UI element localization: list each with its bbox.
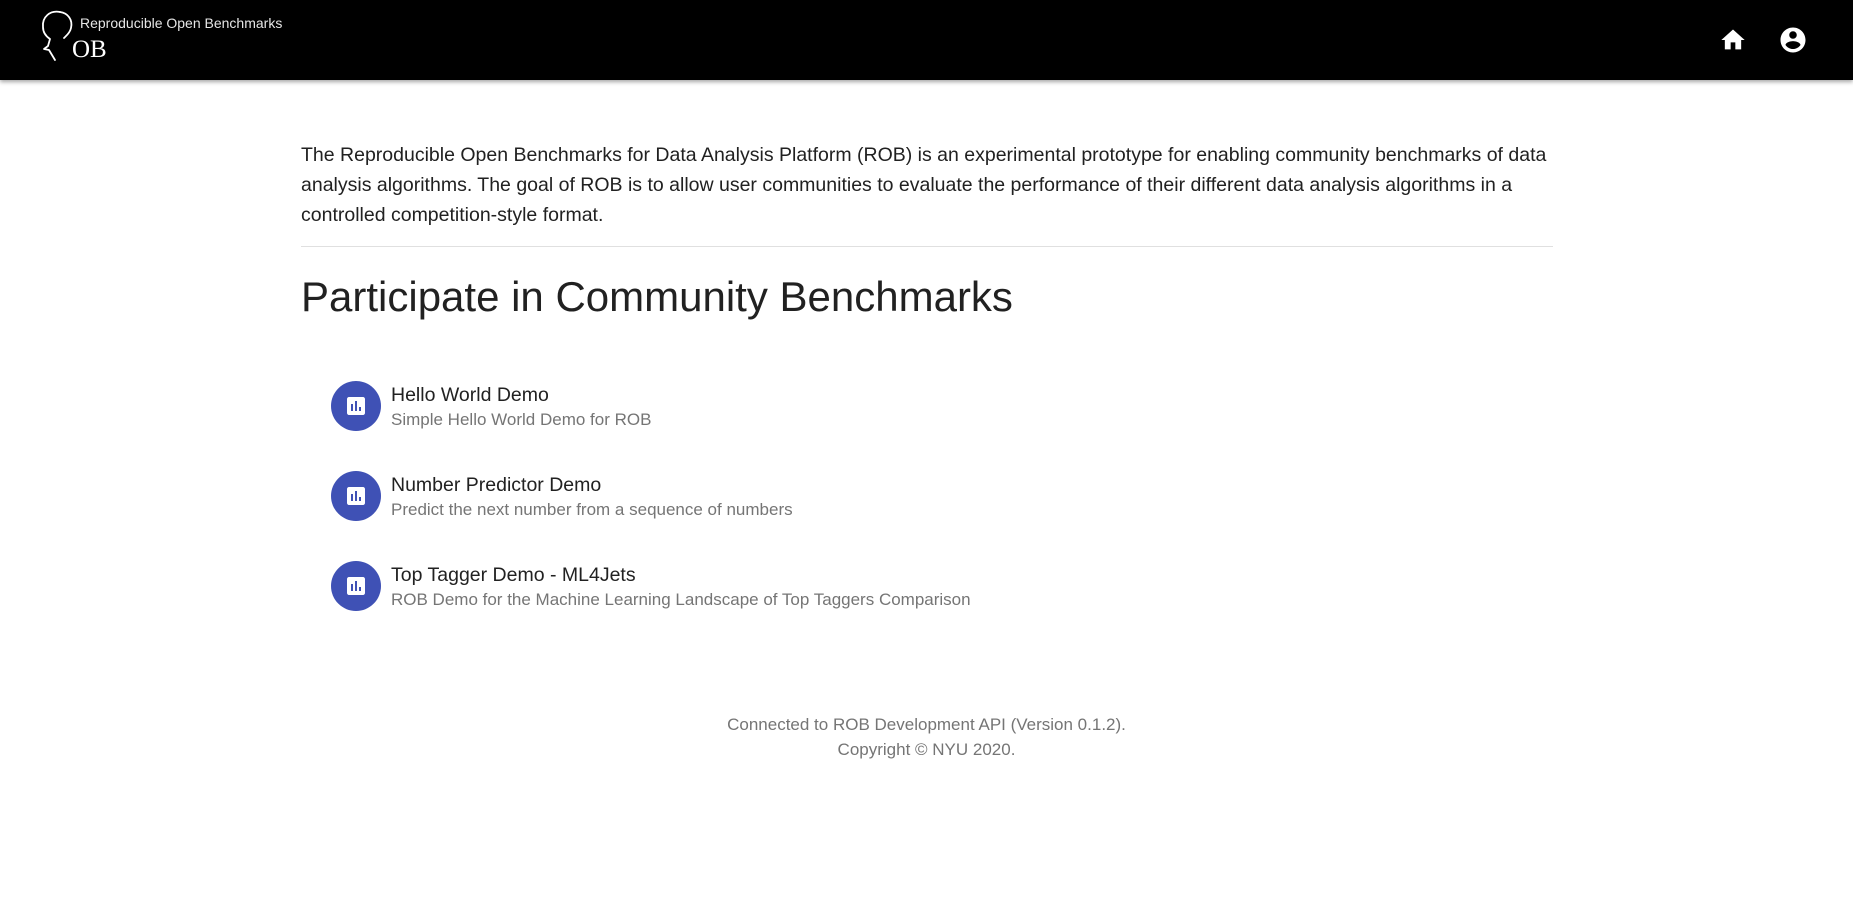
home-button[interactable]: [1713, 20, 1753, 60]
benchmark-list: Hello World Demo Simple Hello World Demo…: [301, 361, 1553, 631]
benchmark-name: Top Tagger Demo - ML4Jets: [391, 564, 636, 586]
benchmark-avatar: [331, 561, 381, 611]
account-button[interactable]: [1773, 20, 1813, 60]
benchmark-avatar: [331, 381, 381, 431]
bar-chart-icon: [347, 487, 365, 505]
app-bar: Reproducible Open Benchmarks OB: [0, 0, 1853, 80]
bar-chart-icon: [347, 397, 365, 415]
benchmark-description: ROB Demo for the Machine Learning Landsc…: [391, 590, 971, 609]
main-content: The Reproducible Open Benchmarks for Dat…: [301, 140, 1553, 631]
benchmark-item-hello-world[interactable]: Hello World Demo Simple Hello World Demo…: [301, 361, 1553, 451]
benchmark-name: Number Predictor Demo: [391, 474, 602, 496]
footer: Connected to ROB Development API (Versio…: [0, 712, 1853, 762]
benchmark-avatar: [331, 471, 381, 521]
divider: [301, 246, 1553, 247]
intro-text: The Reproducible Open Benchmarks for Dat…: [301, 144, 1547, 226]
benchmark-item-number-predictor[interactable]: Number Predictor Demo Predict the next n…: [301, 451, 1553, 541]
benchmark-description: Simple Hello World Demo for ROB: [391, 410, 652, 429]
account-circle-icon: [1780, 27, 1806, 53]
bar-chart-icon: [347, 577, 365, 595]
page-title: Participate in Community Benchmarks: [301, 273, 1013, 320]
benchmark-text: Number Predictor Demo Predict the next n…: [391, 472, 793, 522]
home-icon: [1721, 29, 1745, 50]
benchmark-text: Hello World Demo Simple Hello World Demo…: [391, 382, 651, 432]
benchmark-item-top-tagger[interactable]: Top Tagger Demo - ML4Jets ROB Demo for t…: [301, 541, 1553, 631]
benchmark-name: Hello World Demo: [391, 384, 549, 406]
copyright-text: Copyright © NYU 2020.: [837, 740, 1016, 759]
benchmark-description: Predict the next number from a sequence …: [391, 500, 793, 519]
api-status-text: Connected to ROB Development API (Versio…: [727, 715, 1126, 734]
logo-mark: OB: [72, 36, 107, 63]
rob-logo[interactable]: Reproducible Open Benchmarks OB: [38, 8, 298, 66]
logo-tagline: Reproducible Open Benchmarks: [80, 15, 283, 31]
benchmark-text: Top Tagger Demo - ML4Jets ROB Demo for t…: [391, 562, 971, 612]
